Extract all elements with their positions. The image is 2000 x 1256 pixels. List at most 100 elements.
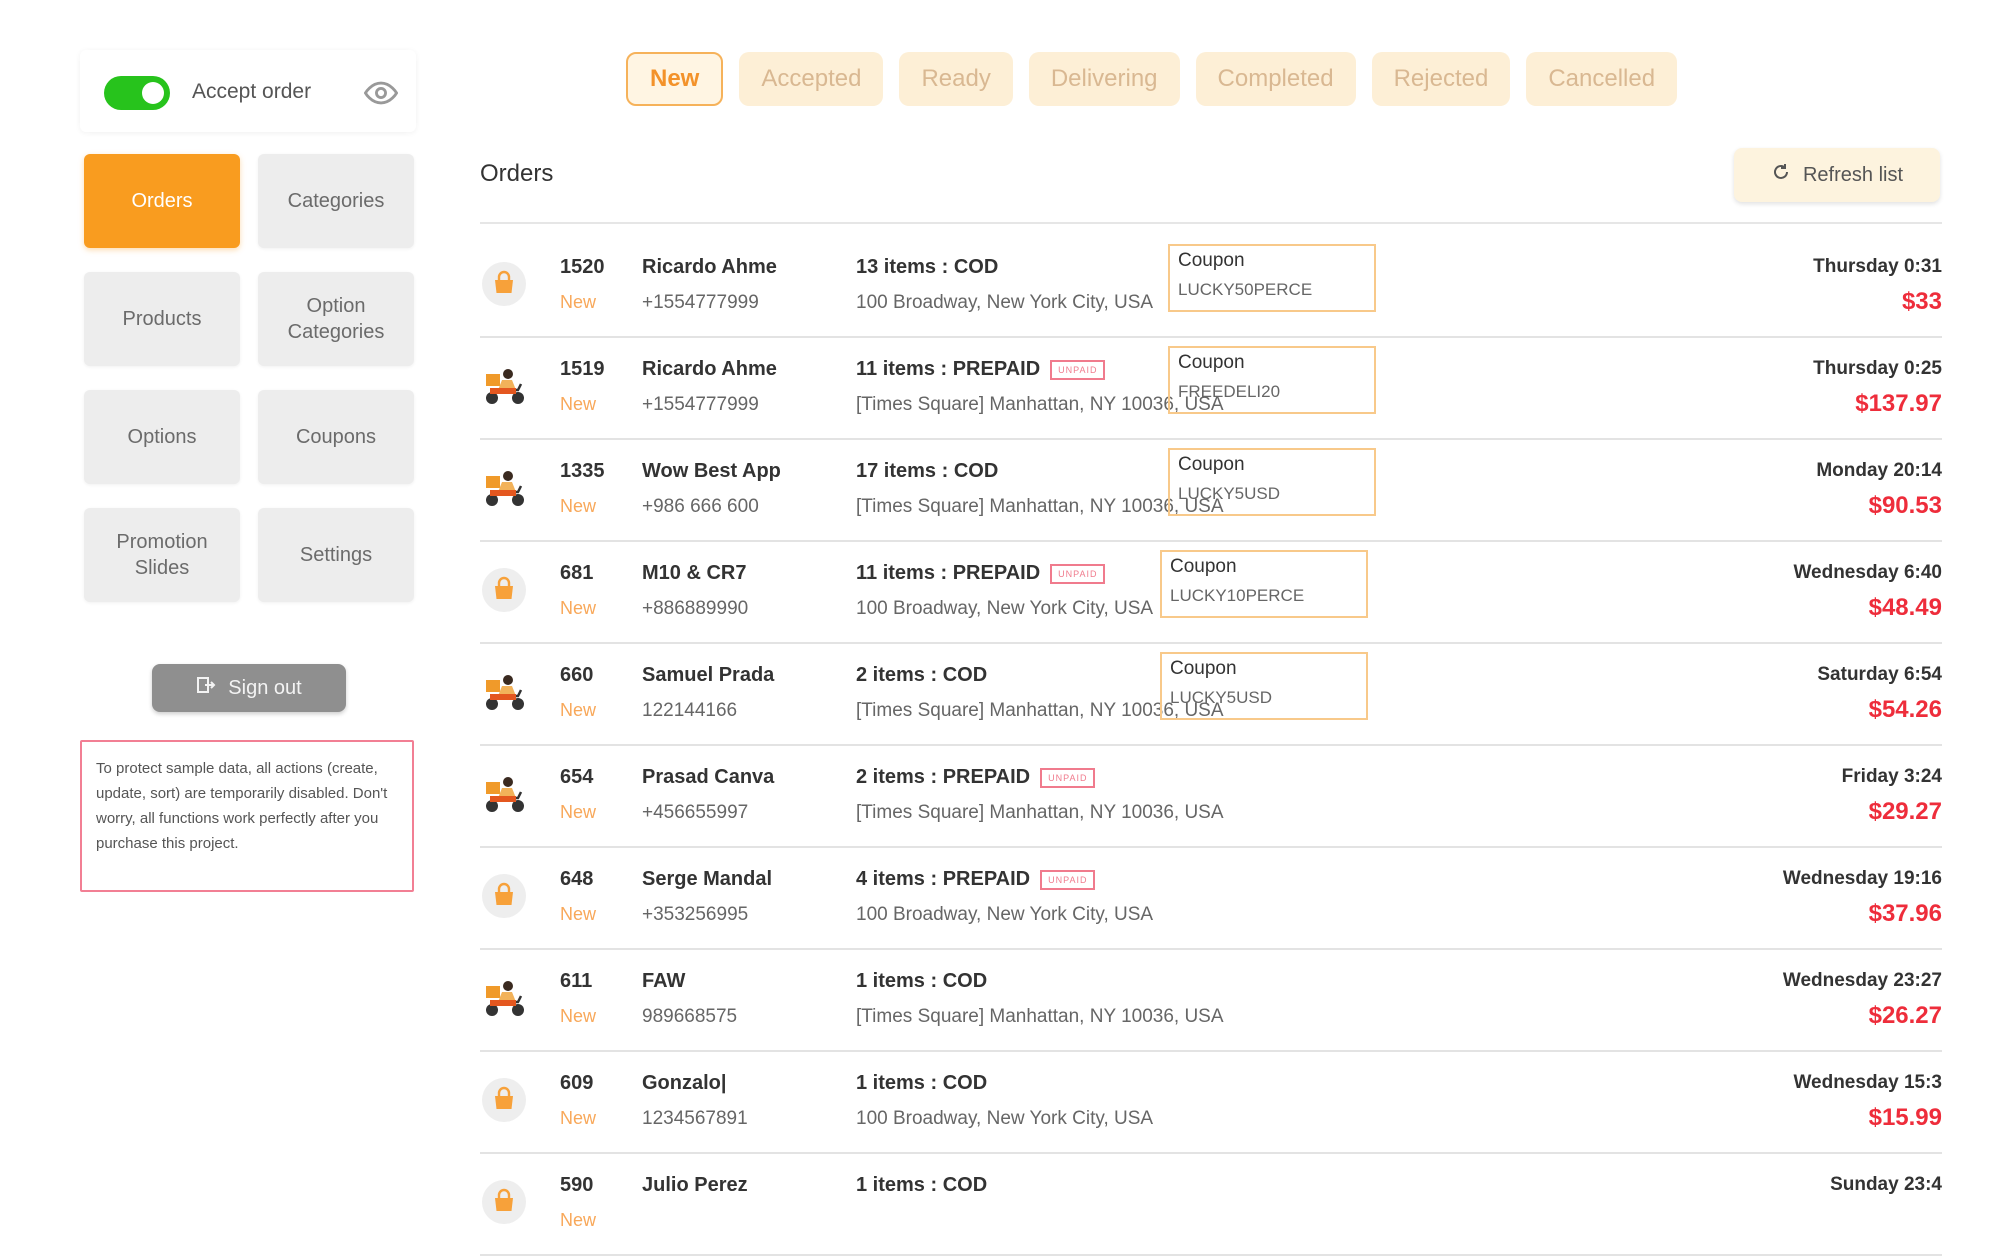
- order-amount: $33: [1901, 288, 1942, 315]
- customer-phone: 1234567891: [642, 1108, 748, 1129]
- order-time: Saturday 6:54: [1817, 664, 1942, 685]
- bag-icon: [480, 1178, 528, 1226]
- order-items: 13 items : COD: [856, 256, 998, 279]
- customer-name: Julio Perez: [642, 1174, 748, 1196]
- customer-name: Wow Best App: [642, 460, 781, 482]
- tab-delivering[interactable]: Delivering: [1028, 52, 1180, 106]
- delivery-address: 100 Broadway, New York City, USA: [856, 292, 1154, 313]
- eye-icon[interactable]: [363, 76, 399, 115]
- order-row[interactable]: 611 New FAW 989668575 1 items : COD [Times Sq…: [480, 950, 1942, 1052]
- sidebar-item-options[interactable]: Options: [84, 390, 240, 484]
- order-row[interactable]: 609 New Gonzalo| 1234567891 1 items : COD 100…: [480, 1052, 1942, 1154]
- order-items-text: 1 items : COD: [856, 970, 988, 992]
- coupon-code: FREEDELI20: [1178, 382, 1281, 401]
- sidebar-item-settings[interactable]: Settings: [258, 508, 414, 602]
- customer-phone: 122144166: [642, 700, 738, 721]
- tab-accepted[interactable]: Accepted: [739, 52, 884, 106]
- order-status: New: [560, 1108, 597, 1128]
- customer-name: Prasad Canva: [642, 766, 775, 788]
- order-id: 660: [560, 664, 594, 686]
- order-status: New: [560, 394, 597, 414]
- refresh-list-label: Refresh list: [1802, 163, 1904, 186]
- tab-cancelled[interactable]: Cancelled: [1526, 52, 1678, 106]
- order-items: 4 items : PREPAID UNPAID: [856, 868, 1096, 891]
- order-id: 1520: [560, 256, 605, 278]
- order-id: 590: [560, 1174, 594, 1196]
- delivery-scooter-icon: [480, 362, 528, 410]
- order-status: New: [560, 598, 597, 618]
- tab-ready[interactable]: Ready: [899, 52, 1013, 106]
- tab-rejected[interactable]: Rejected: [1371, 52, 1511, 106]
- customer-name: Ricardo Ahme: [642, 358, 777, 380]
- coupon-label: Coupon: [1178, 454, 1245, 475]
- customer-phone: +1554777999: [642, 394, 759, 415]
- sidebar-item-categories[interactable]: Categories: [258, 154, 414, 248]
- coupon-box: Coupon LUCKY50PERCE: [1168, 244, 1376, 312]
- order-time: Sunday 23:4: [1830, 1174, 1942, 1195]
- order-items: 2 items : PREPAID UNPAID: [856, 766, 1096, 789]
- sidebar-item-promotion-slides[interactable]: Promotion Slides: [84, 508, 240, 602]
- order-row[interactable]: 590 New Julio Perez 1 items : COD Sunday 23:…: [480, 1154, 1942, 1256]
- order-row[interactable]: 1335 New Wow Best App +986 666 600 17 items …: [480, 440, 1942, 542]
- unpaid-badge: UNPAID: [1050, 359, 1106, 380]
- bag-icon: [480, 260, 528, 308]
- unpaid-badge: UNPAID: [1040, 869, 1096, 890]
- unpaid-badge: UNPAID: [1050, 563, 1106, 584]
- order-amount: $26.27: [1868, 1002, 1942, 1029]
- sign-out-button[interactable]: Sign out: [152, 664, 346, 712]
- logout-icon: [196, 675, 216, 701]
- order-items-text: 1 items : COD: [856, 1174, 988, 1196]
- order-row[interactable]: 660 New Samuel Prada 122144166 2 items : COD…: [480, 644, 1942, 746]
- order-status: New: [560, 292, 597, 312]
- order-row[interactable]: 1519 New Ricardo Ahme +1554777999 11 items :…: [480, 338, 1942, 440]
- bag-icon: [480, 872, 528, 920]
- order-status: New: [560, 1006, 597, 1026]
- status-tabs: New Accepted Ready Delivering Completed Rejec…: [626, 52, 1678, 106]
- order-row[interactable]: 681 New M10 & CR7 +886889990 11 items : PREP…: [480, 542, 1942, 644]
- page-title: Orders: [480, 160, 554, 187]
- order-amount: $15.99: [1868, 1104, 1942, 1131]
- coupon-box: Coupon LUCKY5USD: [1168, 448, 1376, 516]
- delivery-scooter-icon: [480, 770, 528, 818]
- customer-phone: +986 666 600: [642, 496, 759, 517]
- refresh-list-button[interactable]: Refresh list: [1734, 148, 1940, 202]
- customer-name: Serge Mandal: [642, 868, 773, 890]
- order-status: New: [560, 496, 597, 516]
- coupon-label: Coupon: [1178, 352, 1245, 373]
- order-items: 11 items : PREPAID UNPAID: [856, 358, 1106, 381]
- customer-phone: +456655997: [642, 802, 749, 823]
- accept-order-toggle[interactable]: [104, 76, 170, 110]
- order-id: 609: [560, 1072, 594, 1094]
- order-row[interactable]: 1520 New Ricardo Ahme +1554777999 13 items :…: [480, 236, 1942, 338]
- sidebar-item-option-categories[interactable]: Option Categories: [258, 272, 414, 366]
- order-time: Wednesday 15:3: [1793, 1072, 1942, 1093]
- order-row[interactable]: 648 New Serge Mandal +353256995 4 items : PR…: [480, 848, 1942, 950]
- order-amount: $54.26: [1868, 696, 1942, 723]
- delivery-address: 100 Broadway, New York City, USA: [856, 1108, 1154, 1129]
- customer-phone: +353256995: [642, 904, 749, 925]
- order-items: 1 items : COD: [856, 970, 987, 993]
- tab-new[interactable]: New: [626, 52, 724, 106]
- order-items: 1 items : COD: [856, 1174, 987, 1197]
- coupon-box: Coupon LUCKY10PERCE: [1160, 550, 1368, 618]
- order-items-text: 2 items : PREPAID: [856, 766, 1031, 788]
- tab-completed[interactable]: Completed: [1195, 52, 1356, 106]
- order-status: New: [560, 700, 597, 720]
- order-items: 2 items : COD: [856, 664, 987, 687]
- order-time: Thursday 0:25: [1813, 358, 1942, 379]
- order-items-text: 17 items : COD: [856, 460, 999, 482]
- sidebar-item-products[interactable]: Products: [84, 272, 240, 366]
- order-id: 648: [560, 868, 594, 890]
- customer-phone: 989668575: [642, 1006, 738, 1027]
- coupon-code: LUCKY50PERCE: [1178, 280, 1313, 299]
- customer-name: Ricardo Ahme: [642, 256, 777, 278]
- sign-out-label: Sign out: [228, 676, 302, 699]
- sidebar-item-coupons[interactable]: Coupons: [258, 390, 414, 484]
- coupon-box: Coupon LUCKY5USD: [1160, 652, 1368, 720]
- order-row[interactable]: 654 New Prasad Canva +456655997 2 items : PR…: [480, 746, 1942, 848]
- delivery-address: 100 Broadway, New York City, USA: [856, 598, 1154, 619]
- sidebar-item-orders[interactable]: Orders: [84, 154, 240, 248]
- order-id: 654: [560, 766, 594, 788]
- order-amount: $90.53: [1868, 492, 1942, 519]
- order-amount: $37.96: [1868, 900, 1942, 927]
